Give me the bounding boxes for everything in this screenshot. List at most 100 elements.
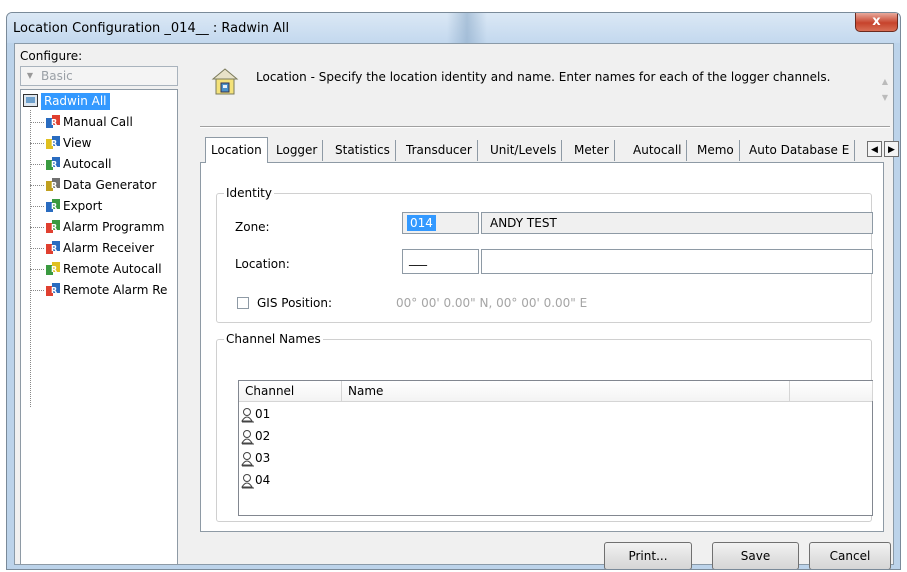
print-button[interactable]: Print... [604,542,692,569]
tree-item-label: Export [63,199,103,213]
tab-page-location: Identity Zone: 014 ANDY TEST Location: _… [200,162,884,532]
close-button[interactable]: x [855,13,898,32]
zone-label: Zone: [235,220,270,234]
computer-icon [23,94,38,107]
configure-combo[interactable]: ▼ Basic [20,66,178,86]
tab-location[interactable]: Location [205,137,268,163]
svg-text:R: R [51,181,57,190]
tree-connector [30,164,44,165]
info-panel: Location - Specify the location identity… [190,44,890,130]
tab-scroll-left-icon[interactable]: ◀ [867,141,882,157]
zone-name-value: ANDY TEST [490,216,557,230]
remote-autocall-icon: R [46,262,60,275]
dialog-client: Configure: ▼ Basic Radwin All R Manual Ca… [14,43,899,569]
tree-connector [30,110,31,407]
location-code-field[interactable]: ___ [402,249,479,274]
titlebar-glow [447,13,487,43]
column-header-extra[interactable] [790,381,873,401]
zone-name-field: ANDY TEST [481,212,873,234]
tree-connector [30,248,44,249]
location-code-value: ___ [409,252,427,266]
channel-names-group: Channel Names Channel Name 01 02 03 04 [216,332,873,522]
channel-row[interactable]: 04 [241,469,270,491]
view-icon: R [46,136,60,149]
channel-icon [241,429,254,444]
channel-number: 02 [255,429,271,443]
tree-connector [30,269,44,270]
tab-unit-levels[interactable]: Unit/Levels [485,140,563,161]
channel-list-header: Channel Name [239,381,873,402]
gis-position-value: 00° 00' 0.00" N, 00° 00' 0.00" E [396,296,588,310]
tab-strip: ◀ ▶ Location Logger Statistics Transducer Un… [205,137,899,163]
tree-connector [30,185,44,186]
identity-legend: Identity [224,186,274,200]
location-label: Location: [235,257,290,271]
svg-text:R: R [51,265,57,274]
dialog-window: Location Configuration _014__ : Radwin A… [6,12,901,570]
tab-auto-database-e[interactable]: Auto Database E [744,140,856,161]
svg-text:R: R [51,223,57,232]
info-scrollbar[interactable]: ▲ ▼ [878,74,892,106]
channel-number: 01 [255,407,271,421]
svg-text:R: R [51,202,57,211]
channel-icon [241,451,254,466]
data-generator-icon: R [46,178,60,191]
column-header-name[interactable]: Name [342,381,790,401]
channel-number: 03 [255,451,271,465]
channel-list[interactable]: Channel Name 01 02 03 04 [238,380,873,516]
channel-icon [241,473,254,488]
remote-alarm-icon: R [46,283,60,296]
channel-row[interactable]: 02 [241,425,270,447]
tree-item-label: Alarm Programm [63,220,165,234]
save-button[interactable]: Save [712,542,799,569]
column-header-channel[interactable]: Channel [239,381,342,401]
zone-code-value: 014 [407,215,436,231]
zone-code-field[interactable]: 014 [402,212,479,234]
svg-text:R: R [51,286,57,295]
identity-group: Identity Zone: 014 ANDY TEST Location: _… [216,186,873,323]
channel-number: 04 [255,473,271,487]
tree-connector [30,143,44,144]
tree-connector [30,227,44,228]
tree-item-label: Remote Alarm Re [63,283,168,297]
tree-item-label: Manual Call [63,115,133,129]
tab-logger[interactable]: Logger [271,140,324,161]
tree-connector [30,290,44,291]
tab-statistics[interactable]: Statistics [330,140,396,161]
tab-scroll-right-icon[interactable]: ▶ [884,141,899,157]
channel-names-legend: Channel Names [224,332,323,346]
channel-row[interactable]: 01 [241,403,270,425]
gis-position-checkbox[interactable] [237,297,249,309]
configure-label: Configure: [20,49,83,63]
configuration-tree[interactable]: Radwin All R Manual Call R View R Autocall R Da… [20,89,178,565]
svg-text:R: R [51,118,57,127]
info-message: Location - Specify the location identity… [256,70,831,84]
chevron-down-icon[interactable]: ▼ [23,69,37,83]
svg-text:R: R [51,160,57,169]
alarm-receiver-icon: R [46,241,60,254]
svg-text:R: R [51,244,57,253]
window-title: Location Configuration _014__ : Radwin A… [13,21,290,36]
svg-text:R: R [51,139,57,148]
gis-position-label: GIS Position: [257,296,333,310]
tree-connector [30,122,44,123]
tab-transducer[interactable]: Transducer [401,140,478,161]
tree-item-label: View [63,136,92,150]
alarm-programming-icon: R [46,220,60,233]
tab-meter[interactable]: Meter [569,140,615,161]
channel-row[interactable]: 03 [241,447,270,469]
location-name-field[interactable] [481,249,873,274]
title-bar[interactable]: Location Configuration _014__ : Radwin A… [7,13,900,43]
export-icon: R [46,199,60,212]
tree-item-label: Autocall [63,157,112,171]
tab-memo[interactable]: Memo [692,140,740,161]
cancel-button[interactable]: Cancel [809,542,891,569]
location-house-icon [211,68,239,95]
tree-item-label: Alarm Receiver [63,241,155,255]
header-separator [200,126,890,128]
tree-item-label: Data Generator [63,178,157,192]
manual-call-icon: R [46,115,60,128]
tab-autocall[interactable]: Autocall [628,140,688,161]
tree-item-label: Remote Autocall [63,262,162,276]
channel-icon [241,407,254,422]
